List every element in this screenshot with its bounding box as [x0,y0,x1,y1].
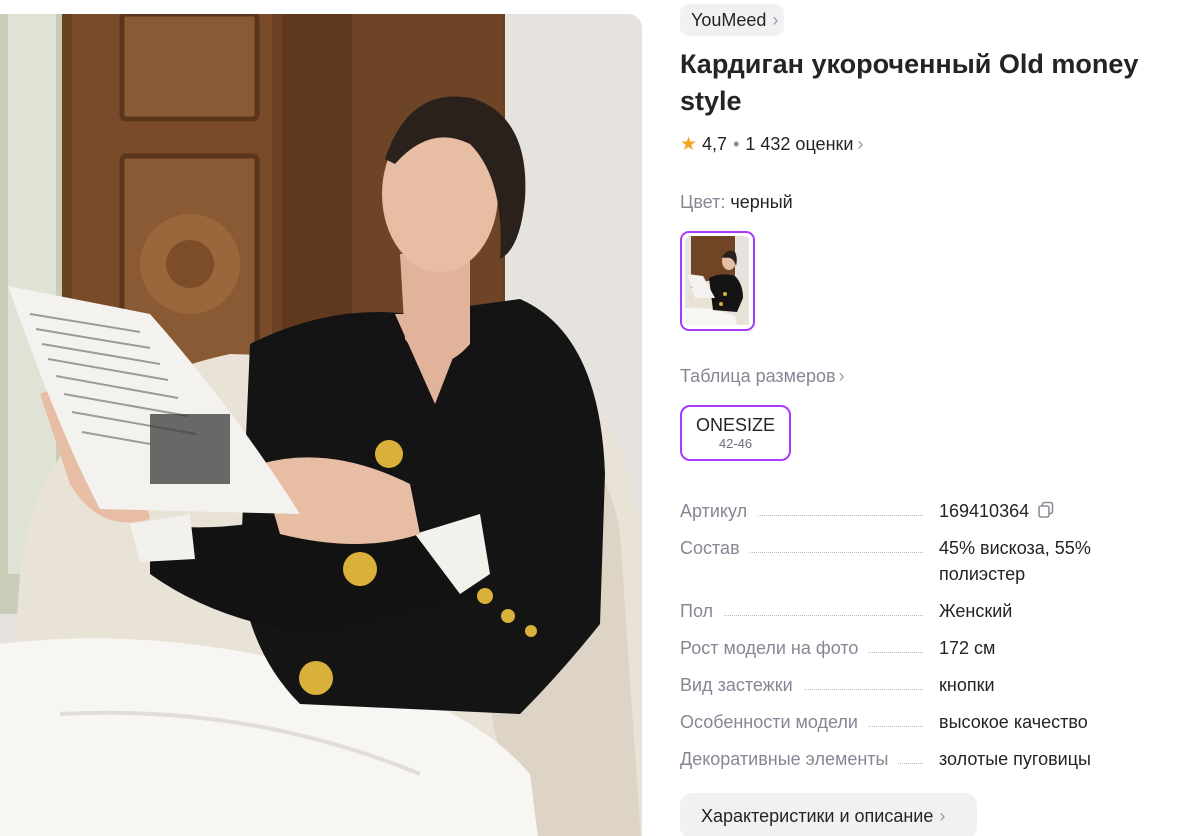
color-swatch-thumbnail [685,236,750,326]
product-title: Кардиган укороченный Old money style [680,49,1139,116]
spec-value: 45% вискоза, 55% полиэстер [939,538,1091,584]
chevron-right-icon: › [772,10,779,30]
size-table-label: Таблица размеров [680,366,836,386]
product-photo-illustration [0,14,642,836]
spec-key: Вид застежки [680,672,803,698]
brand-chip[interactable]: YouMeed › [680,4,785,36]
spec-key: Декоративные элементы [680,746,899,772]
color-row: Цвет: черный [680,190,793,214]
star-icon: ★ [680,134,698,155]
chevron-right-icon: › [838,366,845,386]
copy-icon[interactable] [1037,500,1055,526]
color-swatch-image [685,236,749,325]
product-photo[interactable] [0,14,642,836]
spec-value: кнопки [939,675,995,695]
article-number: 169410364 [939,501,1030,521]
product-info: YouMeed › Кардиган укороченный Old money… [680,0,1200,836]
spec-value: высокое качество [939,712,1088,732]
size-range: 42-46 [718,436,753,451]
spec-key: Артикул [680,498,758,524]
brand-name: YouMeed [691,10,767,30]
chevron-right-icon: › [857,134,864,154]
spec-value: Женский [939,601,1013,621]
spec-value: 172 см [939,638,996,658]
color-label: Цвет: [680,192,726,212]
characteristics-button-label: Характеристики и описание [701,806,934,826]
rating-link[interactable]: ★ 4,7 • 1 432 оценки › [680,132,863,156]
spec-key: Особенности модели [680,709,868,735]
spec-key: Пол [680,598,724,624]
spec-key: Рост модели на фото [680,635,869,661]
spec-value: золотые пуговицы [939,749,1091,769]
chevron-right-icon: › [939,806,946,826]
spec-key: Состав [680,535,750,561]
rating-value: 4,7 [702,134,728,154]
characteristics-button[interactable]: Характеристики и описание › [680,793,977,836]
reviews-count: 1 432 оценки [745,134,854,154]
size-option-onesize[interactable]: ONESIZE 42-46 [680,405,791,461]
spec-value: 169410364 [939,498,1124,526]
separator-dot: • [733,134,740,154]
color-value: черный [730,192,793,212]
color-swatch-black[interactable] [680,231,755,331]
size-table-link[interactable]: Таблица размеров › [680,364,845,388]
size-name: ONESIZE [695,415,775,435]
